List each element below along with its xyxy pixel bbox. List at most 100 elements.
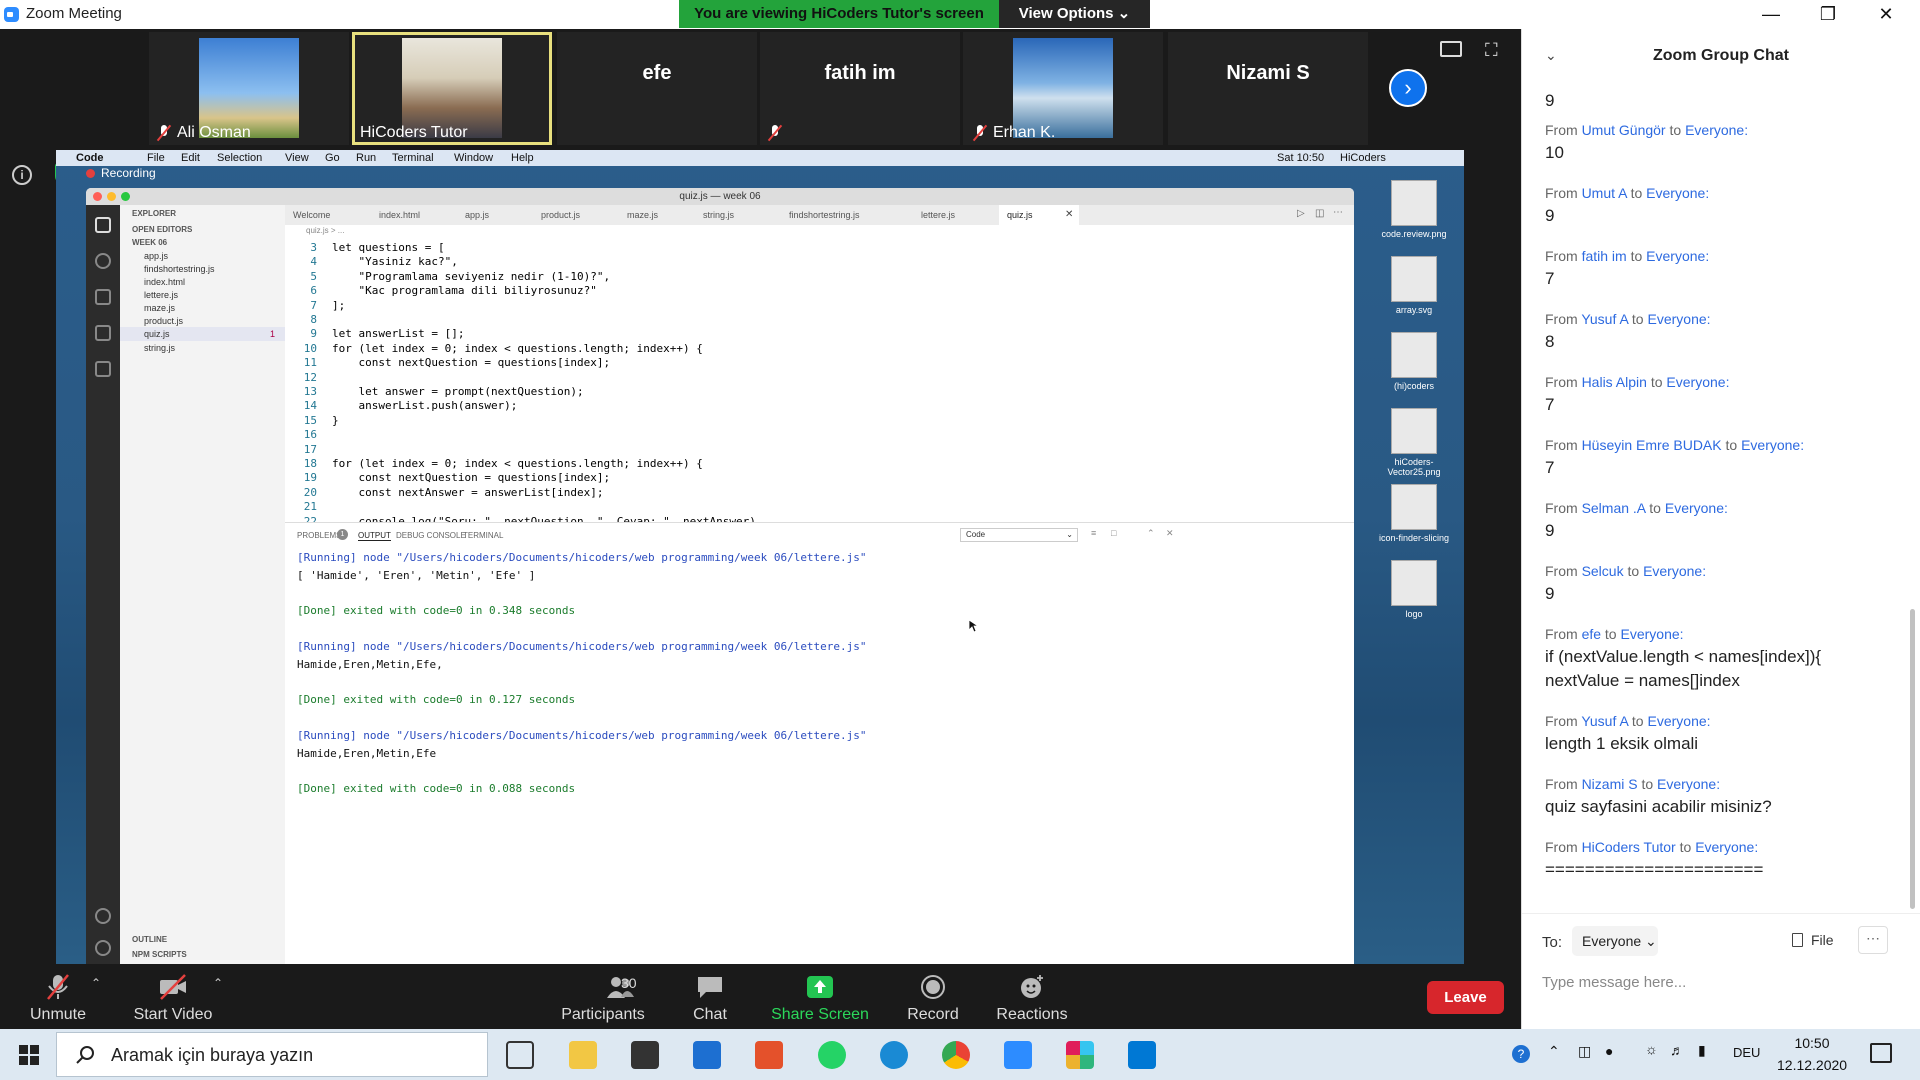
leave-button[interactable]: Leave [1427, 981, 1504, 1014]
sender-name[interactable]: Selman .A [1582, 500, 1646, 516]
npm-scripts-label[interactable]: NPM SCRIPTS [132, 950, 187, 959]
close-tab-icon[interactable]: ✕ [1065, 209, 1073, 220]
participant-tile[interactable]: Erhan K. [963, 32, 1163, 145]
recipient-name[interactable]: Everyone [1741, 437, 1800, 453]
close-icon[interactable]: ✕ [1858, 0, 1914, 29]
participant-tile-active[interactable]: HiCoders Tutor [352, 32, 552, 145]
view-options-button[interactable]: View Options ⌄ [999, 0, 1150, 28]
panel-tab-output[interactable]: OUTPUT [358, 531, 391, 541]
desktop-icon[interactable]: icon-finder-slicing [1374, 484, 1454, 543]
clock-time[interactable]: 10:50 [1777, 1035, 1847, 1051]
editor-tab[interactable]: maze.js [619, 205, 693, 225]
tray-chevron-up-icon[interactable]: ⌃ [1548, 1043, 1560, 1060]
slack-icon[interactable] [1066, 1041, 1094, 1069]
panel-tab-terminal[interactable]: TERMINAL [463, 531, 503, 540]
battery-icon[interactable]: ▮ [1698, 1042, 1706, 1059]
recipient-name[interactable]: Everyone [1643, 563, 1702, 579]
outline-label[interactable]: OUTLINE [132, 935, 167, 944]
sender-name[interactable]: Yusuf A [1581, 311, 1628, 327]
start-video-button[interactable]: Start Video [123, 966, 223, 1029]
extensions-icon[interactable] [95, 361, 111, 377]
reactions-button[interactable]: Reactions [982, 966, 1082, 1029]
whatsapp-icon[interactable] [818, 1041, 846, 1069]
file-button[interactable]: File [1792, 932, 1834, 948]
task-view-icon[interactable] [506, 1041, 534, 1069]
panel-tab-problems[interactable]: PROBLEMS [297, 531, 341, 540]
wifi-icon[interactable]: ☼ [1645, 1041, 1658, 1057]
fullscreen-icon[interactable]: ⛶ [1485, 41, 1505, 59]
next-page-arrow-icon[interactable]: › [1389, 69, 1427, 107]
minimize-dot-icon[interactable] [107, 192, 116, 201]
file-explorer-icon[interactable] [569, 1041, 597, 1069]
chrome-icon[interactable] [942, 1041, 970, 1069]
search-icon[interactable] [95, 253, 111, 269]
volume-icon[interactable]: ♬ [1670, 1042, 1684, 1058]
chat-scrollbar[interactable] [1910, 609, 1915, 909]
more-options-icon[interactable]: ⋯ [1858, 926, 1888, 954]
code-editor[interactable]: 3 let questions = [4 "Yasiniz kac?", 5 "Pr… [285, 237, 1354, 571]
office-icon[interactable] [755, 1041, 783, 1069]
desktop-icon[interactable]: array.svg [1374, 256, 1454, 315]
vscode-app-icon[interactable] [1128, 1041, 1156, 1069]
file-item[interactable]: maze.js [144, 303, 175, 313]
recipient-name[interactable]: Everyone [1646, 248, 1705, 264]
recipient-name[interactable]: Everyone [1621, 626, 1680, 642]
recipient-name[interactable]: Everyone [1665, 500, 1724, 516]
store-icon[interactable] [631, 1041, 659, 1069]
participant-tile[interactable]: fatih im [760, 32, 960, 145]
help-icon[interactable]: ? [1512, 1045, 1530, 1063]
file-item[interactable]: app.js [144, 251, 168, 261]
close-dot-icon[interactable] [93, 192, 102, 201]
zoom-dot-icon[interactable] [121, 192, 130, 201]
open-editors-label[interactable]: OPEN EDITORS [132, 225, 192, 234]
sender-name[interactable]: efe [1582, 626, 1601, 642]
recipient-name[interactable]: Everyone [1695, 839, 1754, 855]
participant-tile[interactable]: Ali Osman [149, 32, 349, 145]
recipient-name[interactable]: Everyone [1685, 122, 1744, 138]
recipient-name[interactable]: Everyone [1657, 776, 1716, 792]
restore-icon[interactable]: ❐ [1800, 0, 1856, 29]
start-button[interactable] [0, 1029, 56, 1080]
more-icon[interactable]: ⋯ [1333, 207, 1343, 218]
clock-date[interactable]: 12.12.2020 [1777, 1057, 1847, 1073]
split-editor-icon[interactable]: ◫ [1315, 208, 1324, 219]
mic-tray-icon[interactable]: ● [1605, 1043, 1613, 1059]
recipient-name[interactable]: Everyone [1666, 374, 1725, 390]
file-item[interactable]: product.js [144, 316, 183, 326]
recipient-name[interactable]: Everyone [1646, 185, 1705, 201]
source-control-icon[interactable] [95, 289, 111, 305]
lock-icon[interactable]: □ [1111, 528, 1116, 538]
output-channel-select[interactable]: Code ⌄ [960, 528, 1078, 542]
editor-tab[interactable]: app.js [457, 205, 531, 225]
recipient-name[interactable]: Everyone [1648, 713, 1707, 729]
edge-icon[interactable] [880, 1041, 908, 1069]
file-item[interactable]: string.js [144, 343, 175, 353]
participant-tile[interactable]: efe [557, 32, 757, 145]
chat-message-list[interactable]: 9 From Umut Güngör to Everyone: 10 From Umu… [1545, 89, 1905, 929]
mail-icon[interactable] [693, 1041, 721, 1069]
sender-name[interactable]: Umut A [1582, 185, 1627, 201]
language-indicator[interactable]: DEU [1733, 1045, 1760, 1060]
notifications-icon[interactable] [1870, 1043, 1892, 1063]
panel-tab-debug-console[interactable]: DEBUG CONSOLE [396, 531, 466, 540]
zoom-app-icon[interactable] [1004, 1041, 1032, 1069]
desktop-icon[interactable]: logo [1374, 560, 1454, 619]
editor-tab[interactable]: Welcome [285, 205, 369, 225]
close-panel-icon[interactable]: ✕ [1166, 528, 1174, 539]
file-item[interactable]: index.html [144, 277, 185, 287]
maximize-panel-icon[interactable]: ⌃ [1147, 528, 1155, 539]
audio-options-chevron-icon[interactable]: ⌃ [91, 976, 101, 990]
recipient-select[interactable]: Everyone ⌄ [1572, 926, 1658, 956]
editor-tab[interactable]: product.js [533, 205, 617, 225]
sender-name[interactable]: Halis Alpin [1582, 374, 1647, 390]
editor-tab[interactable]: string.js [695, 205, 779, 225]
run-icon[interactable]: ▷ [1297, 208, 1305, 219]
editor-tab[interactable]: lettere.js [913, 205, 997, 225]
editor-tab[interactable]: index.html [371, 205, 455, 225]
gallery-view-icon[interactable] [1440, 41, 1462, 57]
sender-name[interactable]: Nizami S [1582, 776, 1638, 792]
folder-label[interactable]: WEEK 06 [132, 238, 167, 247]
account-icon[interactable] [95, 908, 111, 924]
chat-message-input[interactable] [1542, 970, 1902, 994]
sender-name[interactable]: Yusuf A [1581, 713, 1628, 729]
